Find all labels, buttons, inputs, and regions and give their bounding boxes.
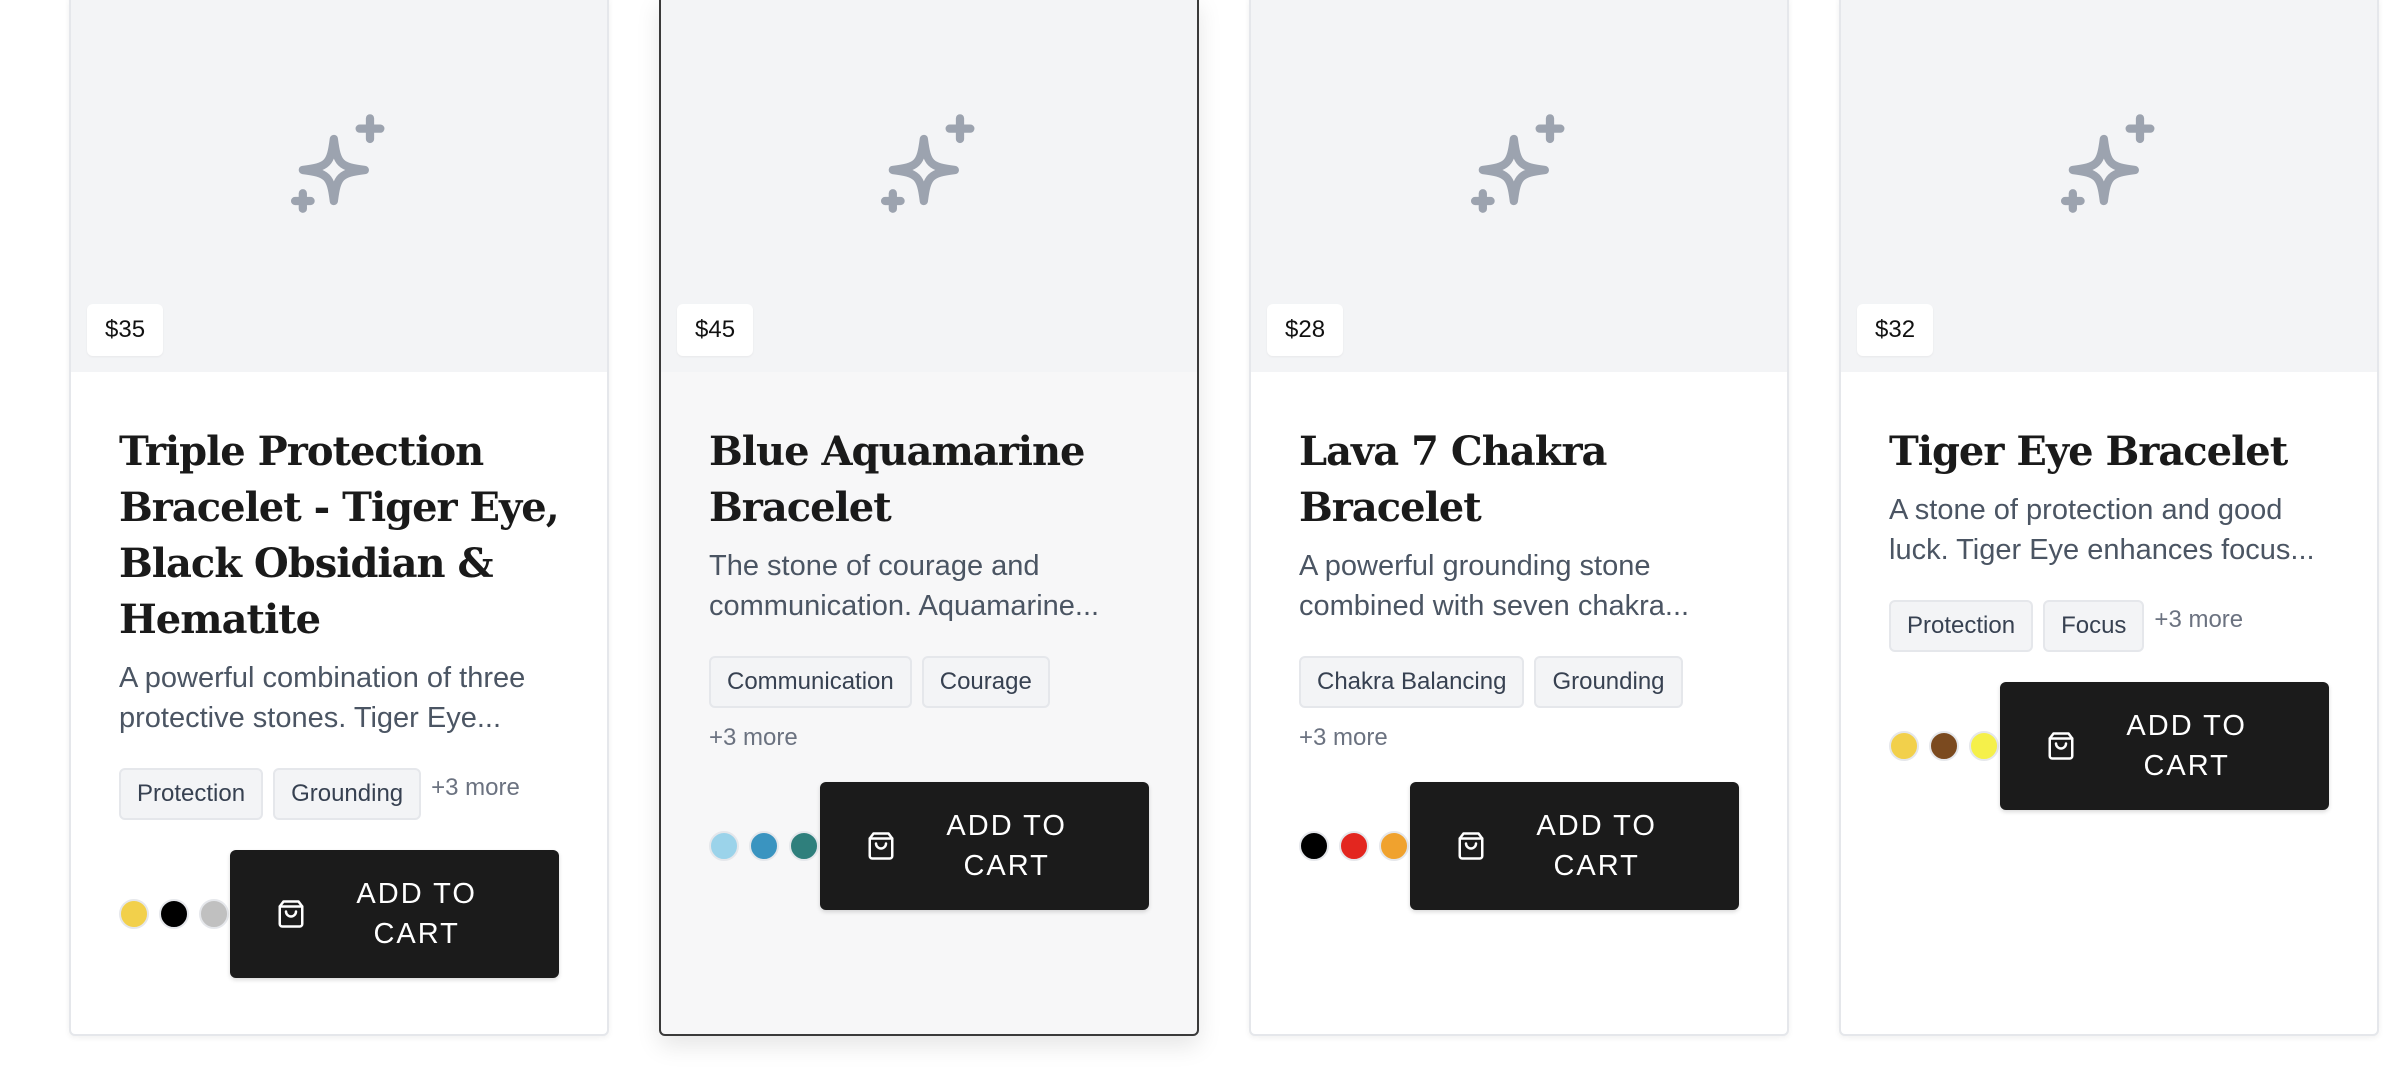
product-card[interactable]: $32 Tiger Eye Bracelet A stone of protec… bbox=[1839, 0, 2379, 1036]
color-swatch[interactable] bbox=[199, 899, 229, 929]
product-card[interactable]: $35 Triple Protection Bracelet - Tiger E… bbox=[69, 0, 609, 1036]
sparkles-icon bbox=[290, 114, 385, 213]
product-card[interactable]: $45 Blue Aquamarine Bracelet The stone o… bbox=[659, 0, 1199, 1036]
shopping-bag-icon bbox=[278, 900, 304, 928]
add-to-cart-label: ADD TO CART bbox=[2126, 710, 2247, 782]
add-to-cart-label: ADD TO CART bbox=[1536, 810, 1657, 882]
product-description: A powerful combination of three protecti… bbox=[119, 662, 526, 734]
price-badge: $45 bbox=[677, 304, 754, 356]
color-swatch[interactable] bbox=[1889, 731, 1919, 761]
tag-chip: Grounding bbox=[273, 768, 422, 820]
shopping-bag-icon bbox=[868, 832, 894, 860]
tag-chip: Grounding bbox=[1534, 656, 1683, 708]
shopping-bag-icon bbox=[2048, 732, 2074, 760]
color-swatch[interactable] bbox=[789, 831, 819, 861]
add-to-cart-button[interactable]: ADD TO CART bbox=[230, 850, 559, 978]
sparkles-icon bbox=[2060, 114, 2155, 213]
more-tags-label: +3 more bbox=[431, 774, 520, 801]
product-description: A powerful grounding stone combined with… bbox=[1299, 550, 1690, 622]
tag-chip: Protection bbox=[119, 768, 264, 820]
add-to-cart-label: ADD TO CART bbox=[946, 810, 1067, 882]
product-grid: $35 Triple Protection Bracelet - Tiger E… bbox=[0, 0, 2400, 1068]
color-swatches bbox=[1299, 831, 1410, 861]
more-tags-label: +3 more bbox=[2154, 606, 2244, 633]
add-to-cart-button[interactable]: ADD TO CART bbox=[820, 782, 1149, 910]
product-title[interactable]: Triple Protection Bracelet - Tiger Eye, … bbox=[119, 424, 560, 648]
shopping-bag-icon bbox=[1458, 832, 1484, 860]
tag-list: Communication Courage +3 more bbox=[709, 656, 1149, 752]
product-image-placeholder[interactable]: $35 bbox=[71, 0, 607, 372]
color-swatch[interactable] bbox=[159, 899, 189, 929]
tag-chip: Courage bbox=[921, 656, 1050, 708]
add-to-cart-button[interactable]: ADD TO CART bbox=[2000, 682, 2329, 810]
product-title[interactable]: Blue Aquamarine Bracelet bbox=[709, 424, 1149, 536]
color-swatches bbox=[1889, 731, 2000, 761]
product-image-placeholder[interactable]: $45 bbox=[661, 0, 1197, 372]
price-badge: $32 bbox=[1857, 304, 1934, 356]
price-badge: $28 bbox=[1267, 304, 1344, 356]
product-image-placeholder[interactable]: $32 bbox=[1841, 0, 2377, 372]
price-badge: $35 bbox=[87, 304, 164, 356]
add-to-cart-label: ADD TO CART bbox=[356, 878, 477, 950]
color-swatch[interactable] bbox=[749, 831, 779, 861]
tag-list: Protection Focus +3 more bbox=[1889, 600, 2329, 652]
sparkles-icon bbox=[880, 114, 975, 213]
color-swatch[interactable] bbox=[1929, 731, 1959, 761]
more-tags-label: +3 more bbox=[1299, 724, 1388, 751]
more-tags-label: +3 more bbox=[709, 724, 798, 751]
product-description: The stone of courage and communication. … bbox=[709, 550, 1100, 622]
product-title[interactable]: Lava 7 Chakra Bracelet bbox=[1299, 424, 1739, 536]
tag-list: Chakra Balancing Grounding +3 more bbox=[1299, 656, 1739, 752]
color-swatch[interactable] bbox=[1969, 731, 1999, 761]
color-swatches bbox=[119, 899, 230, 929]
color-swatch[interactable] bbox=[119, 899, 149, 929]
color-swatches bbox=[709, 831, 820, 861]
add-to-cart-button[interactable]: ADD TO CART bbox=[1410, 782, 1739, 910]
product-description: A stone of protection and good luck. Tig… bbox=[1889, 494, 2315, 566]
tag-chip: Chakra Balancing bbox=[1299, 656, 1525, 708]
color-swatch[interactable] bbox=[1379, 831, 1409, 861]
tag-chip: Protection bbox=[1889, 600, 2034, 652]
color-swatch[interactable] bbox=[1299, 831, 1329, 861]
product-title[interactable]: Tiger Eye Bracelet bbox=[1889, 424, 2329, 480]
color-swatch[interactable] bbox=[1339, 831, 1369, 861]
product-image-placeholder[interactable]: $28 bbox=[1251, 0, 1787, 372]
color-swatch[interactable] bbox=[709, 831, 739, 861]
tag-chip: Communication bbox=[709, 656, 912, 708]
product-card[interactable]: $28 Lava 7 Chakra Bracelet A powerful gr… bbox=[1249, 0, 1789, 1036]
sparkles-icon bbox=[1470, 114, 1565, 213]
tag-list: Protection Grounding +3 more bbox=[119, 768, 559, 820]
tag-chip: Focus bbox=[2043, 600, 2145, 652]
